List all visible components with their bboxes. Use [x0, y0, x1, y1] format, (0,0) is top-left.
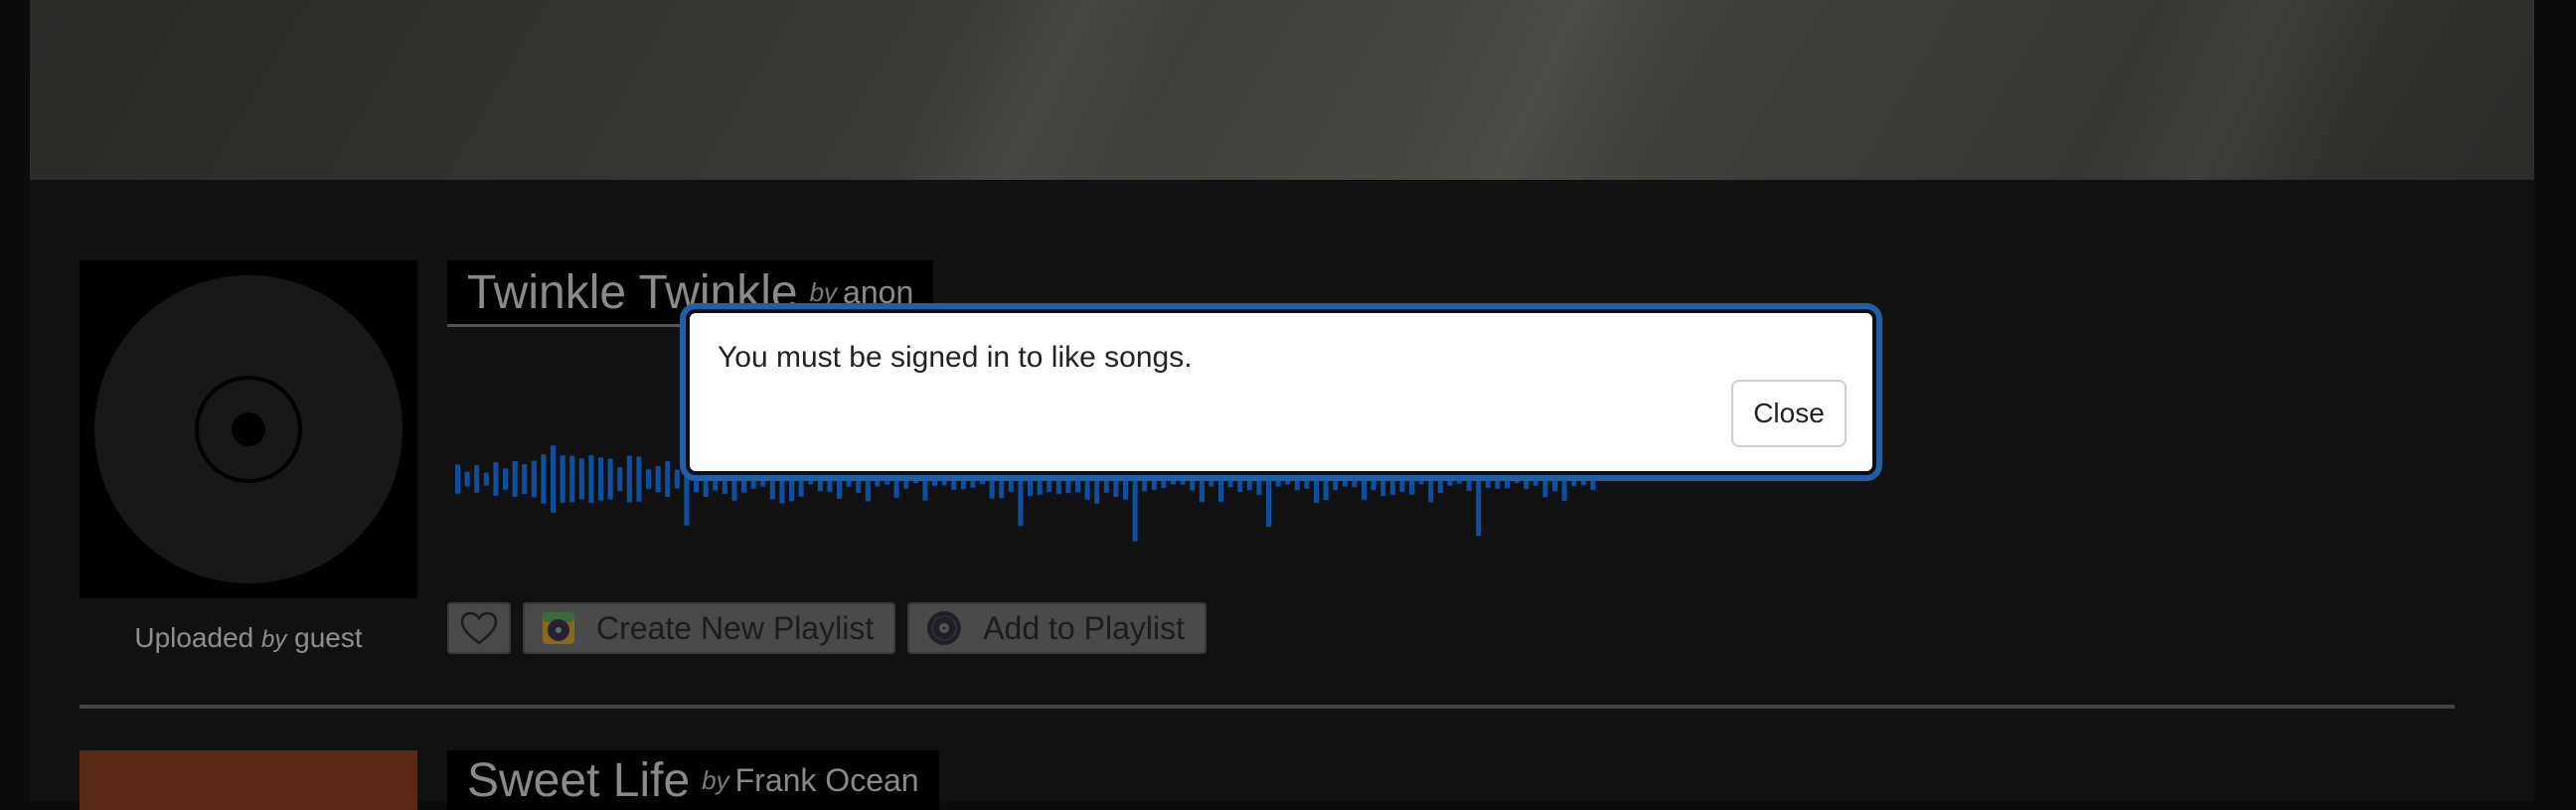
close-button[interactable]: Close: [1731, 380, 1847, 447]
modal-overlay: You must be signed in to like songs. Clo…: [0, 0, 2576, 801]
alert-dialog: You must be signed in to like songs. Clo…: [680, 303, 1882, 481]
alert-message: You must be signed in to like songs.: [718, 341, 1193, 374]
